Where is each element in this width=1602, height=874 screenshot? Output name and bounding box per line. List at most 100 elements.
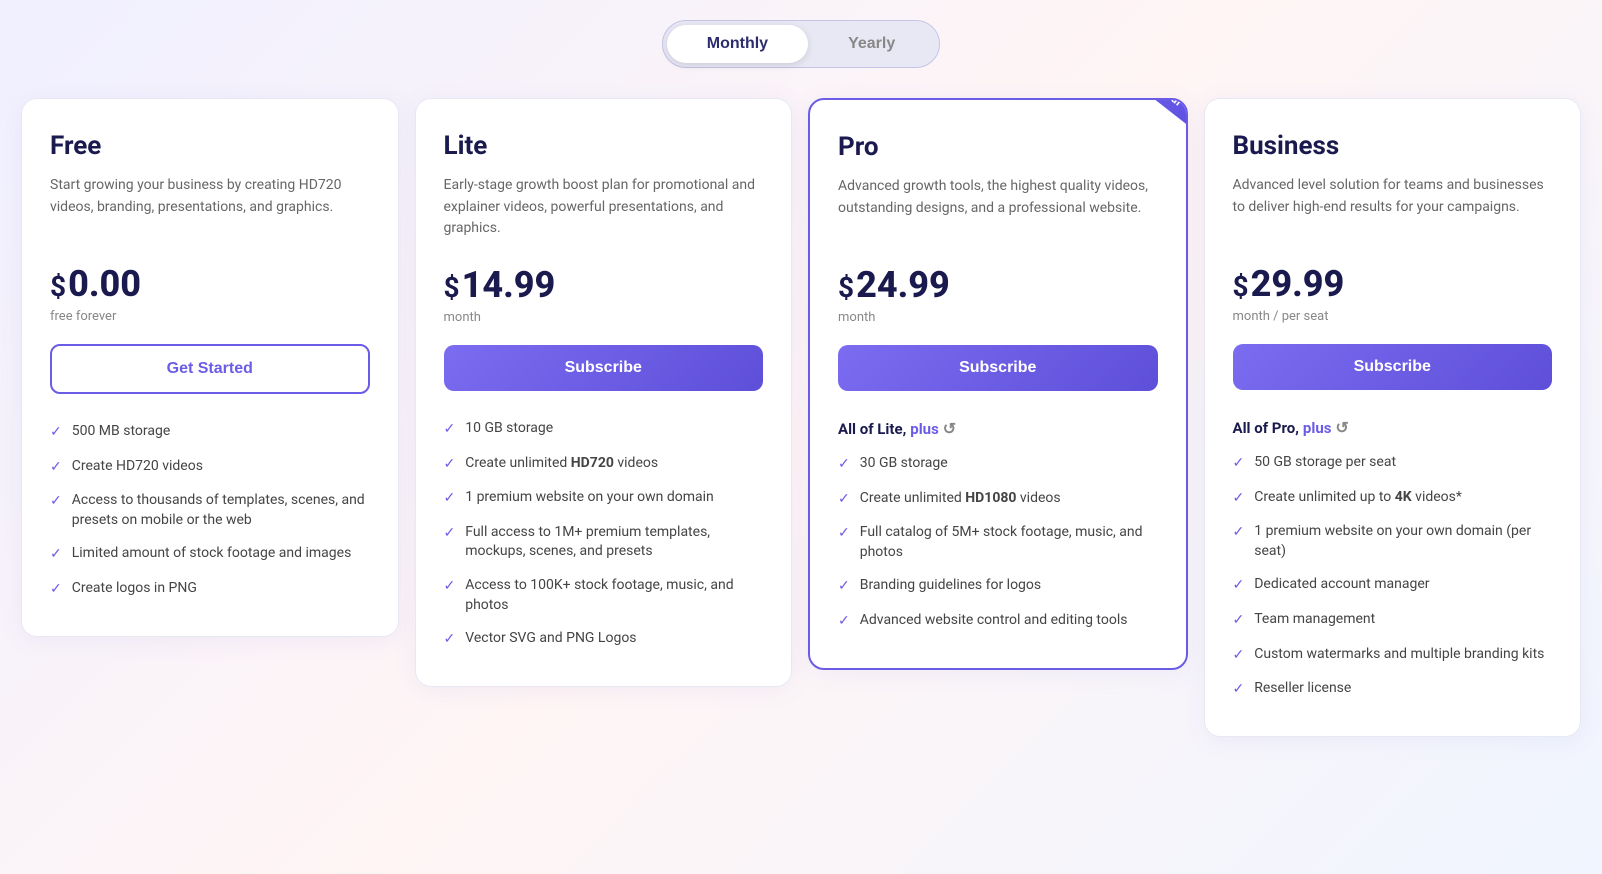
price-period: free forever (50, 309, 370, 324)
plan-name: Business (1233, 131, 1553, 161)
feature-text: Team management (1254, 610, 1375, 630)
feature-text: 500 MB storage (72, 422, 171, 442)
feature-text: 1 premium website on your own domain (pe… (1254, 522, 1552, 561)
check-icon: ✓ (838, 577, 850, 597)
check-icon: ✓ (838, 490, 850, 510)
price-period: month (444, 310, 764, 325)
features-header-text: All of Lite, (838, 420, 906, 438)
plan-desc: Start growing your business by creating … (50, 175, 370, 239)
check-icon: ✓ (838, 524, 850, 544)
billing-toggle: Monthly Yearly (10, 20, 1592, 68)
plan-card-free: Free Start growing your business by crea… (21, 98, 399, 637)
feature-list: ✓ 500 MB storage ✓ Create HD720 videos ✓… (50, 422, 370, 600)
price-row: $ 24.99 (838, 264, 1158, 306)
price-period: month / per seat (1233, 309, 1553, 324)
check-icon: ✓ (838, 455, 850, 475)
feature-item: ✓ Vector SVG and PNG Logos (444, 629, 764, 650)
features-header-text: All of Pro, (1233, 419, 1299, 437)
feature-item: ✓ Limited amount of stock footage and im… (50, 544, 370, 565)
feature-text: Create unlimited up to 4K videos* (1254, 488, 1462, 508)
price-period: month (838, 310, 1158, 325)
feature-text: Create unlimited HD720 videos (465, 454, 658, 474)
yearly-toggle-btn[interactable]: Yearly (808, 25, 935, 63)
feature-text: Reseller license (1254, 679, 1351, 699)
plan-desc: Advanced level solution for teams and bu… (1233, 175, 1553, 239)
feature-item: ✓ 50 GB storage per seat (1233, 453, 1553, 474)
feature-text: Dedicated account manager (1254, 575, 1429, 595)
price-dollar: $ (50, 270, 66, 303)
check-icon: ✓ (1233, 576, 1245, 596)
feature-item: ✓ Reseller license (1233, 679, 1553, 700)
feature-text: Limited amount of stock footage and imag… (72, 544, 352, 564)
check-icon: ✓ (444, 577, 456, 597)
price-dollar: $ (444, 271, 460, 304)
check-icon: ✓ (1233, 454, 1245, 474)
feature-item: ✓ 500 MB storage (50, 422, 370, 443)
arrow-icon: ↺ (1335, 418, 1348, 437)
feature-item: ✓ 1 premium website on your own domain (444, 488, 764, 509)
feature-text: Full catalog of 5M+ stock footage, music… (860, 523, 1158, 562)
plan-card-lite: Lite Early-stage growth boost plan for p… (415, 98, 793, 687)
feature-item: ✓ Access to 100K+ stock footage, music, … (444, 576, 764, 615)
feature-item: ✓ Create logos in PNG (50, 579, 370, 600)
pricing-cards: Free Start growing your business by crea… (21, 98, 1581, 737)
check-icon: ✓ (444, 524, 456, 544)
feature-item: ✓ 30 GB storage (838, 454, 1158, 475)
subscribe-button[interactable]: Subscribe (838, 345, 1158, 391)
check-icon: ✓ (838, 612, 850, 632)
feature-item: ✓ Create unlimited HD720 videos (444, 454, 764, 475)
feature-item: ✓ Create unlimited up to 4K videos* (1233, 488, 1553, 509)
plus-text: plus (910, 420, 939, 438)
subscribe-button[interactable]: Subscribe (444, 345, 764, 391)
feature-text: 1 premium website on your own domain (465, 488, 714, 508)
feature-text: 50 GB storage per seat (1254, 453, 1396, 473)
features-header: All of Lite, plus↺ (838, 419, 1158, 438)
feature-item: ✓ Branding guidelines for logos (838, 576, 1158, 597)
feature-text: Branding guidelines for logos (860, 576, 1041, 596)
feature-text: Full access to 1M+ premium templates, mo… (465, 523, 763, 562)
check-icon: ✓ (444, 489, 456, 509)
feature-item: ✓ Dedicated account manager (1233, 575, 1553, 596)
price-dollar: $ (838, 271, 854, 304)
feature-item: ✓ 1 premium website on your own domain (… (1233, 522, 1553, 561)
feature-item: ✓ Team management (1233, 610, 1553, 631)
check-icon: ✓ (444, 420, 456, 440)
feature-text: Access to thousands of templates, scenes… (72, 491, 370, 530)
check-icon: ✓ (1233, 489, 1245, 509)
feature-item: ✓ Advanced website control and editing t… (838, 611, 1158, 632)
most-popular-ribbon: Most Popular (1088, 98, 1188, 134)
check-icon: ✓ (50, 545, 62, 565)
feature-item: ✓ Custom watermarks and multiple brandin… (1233, 645, 1553, 666)
check-icon: ✓ (50, 423, 62, 443)
check-icon: ✓ (1233, 646, 1245, 666)
subscribe-button[interactable]: Subscribe (1233, 344, 1553, 390)
plan-name: Lite (444, 131, 764, 161)
check-icon: ✓ (1233, 611, 1245, 631)
feature-list: ✓ 30 GB storage ✓ Create unlimited HD108… (838, 454, 1158, 632)
feature-item: ✓ Full access to 1M+ premium templates, … (444, 523, 764, 562)
feature-text: Create HD720 videos (72, 457, 203, 477)
feature-text: Advanced website control and editing too… (860, 611, 1128, 631)
plan-name: Pro (838, 132, 1158, 162)
features-header: All of Pro, plus↺ (1233, 418, 1553, 437)
price-amount: 0.00 (68, 263, 141, 305)
get-started-button[interactable]: Get Started (50, 344, 370, 394)
feature-item: ✓ Create unlimited HD1080 videos (838, 489, 1158, 510)
check-icon: ✓ (50, 492, 62, 512)
price-amount: 29.99 (1251, 263, 1345, 305)
price-row: $ 29.99 (1233, 263, 1553, 305)
feature-text: Vector SVG and PNG Logos (465, 629, 636, 649)
monthly-toggle-btn[interactable]: Monthly (667, 25, 808, 63)
feature-item: ✓ Full catalog of 5M+ stock footage, mus… (838, 523, 1158, 562)
feature-item: ✓ Access to thousands of templates, scen… (50, 491, 370, 530)
plan-name: Free (50, 131, 370, 161)
check-icon: ✓ (444, 455, 456, 475)
toggle-wrap: Monthly Yearly (662, 20, 940, 68)
check-icon: ✓ (444, 630, 456, 650)
feature-list: ✓ 50 GB storage per seat ✓ Create unlimi… (1233, 453, 1553, 700)
price-dollar: $ (1233, 270, 1249, 303)
feature-text: 30 GB storage (860, 454, 948, 474)
price-row: $ 0.00 (50, 263, 370, 305)
check-icon: ✓ (1233, 523, 1245, 543)
arrow-icon: ↺ (943, 419, 956, 438)
